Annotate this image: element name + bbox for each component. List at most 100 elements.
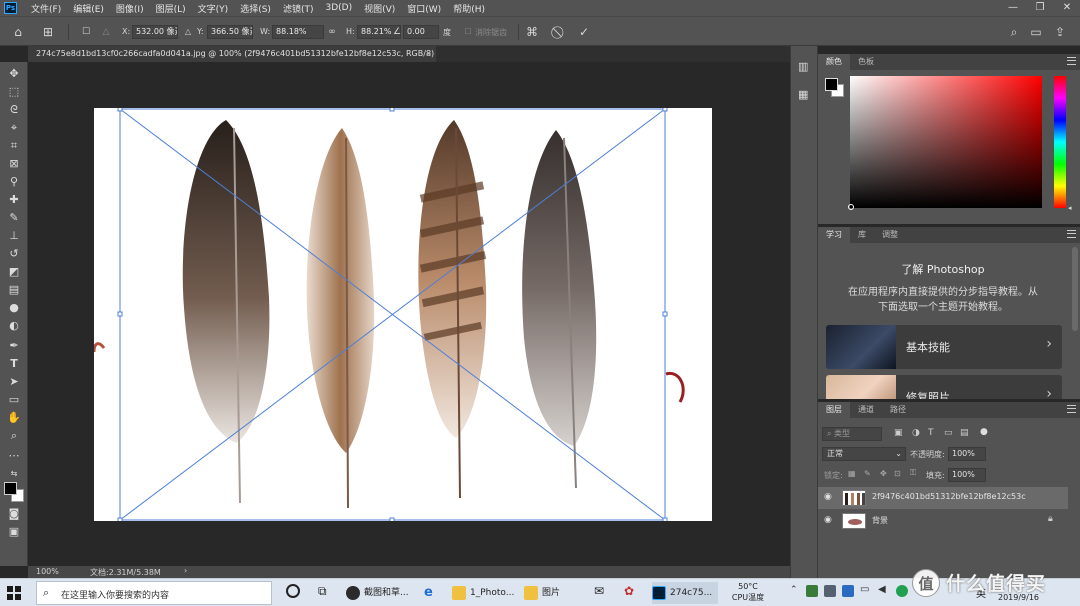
blend-mode-select[interactable]: 正常 ⌄ [822, 447, 906, 461]
layer-row[interactable]: ◉ 2f9476c401bd51312bfe12bf8e12c53c [818, 487, 1068, 509]
menu-select[interactable]: 选择(S) [234, 2, 277, 15]
hue-slider[interactable] [1054, 76, 1066, 208]
cancel-transform-icon[interactable]: ⃠ [552, 24, 568, 40]
menu-3d[interactable]: 3D(D) [319, 3, 358, 13]
learn-scrollbar[interactable] [1072, 247, 1078, 331]
history-brush-icon[interactable]: ↺ [6, 246, 22, 262]
properties-panel-icon[interactable]: ▦ [798, 88, 808, 101]
layer-row[interactable]: ◉ 背景 🔒︎ [818, 510, 1068, 532]
restore-icon[interactable]: ❐ [1027, 0, 1053, 16]
history-panel-icon[interactable]: ▥ [798, 60, 808, 73]
taskbar-app-photoshop[interactable]: 274c75... [652, 582, 718, 604]
close-tab-icon[interactable]: × [425, 46, 432, 62]
cpu-temp-widget[interactable]: 50°C CPU温度 [728, 581, 768, 605]
transform-tool-icon[interactable]: ⊞ [40, 24, 56, 40]
document-tab[interactable]: 274c75e8d1bd13cf0c266cadfa0d041a.jpg @ 1… [28, 46, 436, 62]
hand-tool-icon[interactable]: ✋ [6, 410, 22, 426]
clone-stamp-icon[interactable]: ⊥ [6, 228, 22, 244]
taskbar-search-box[interactable]: ⌕ 在这里输入你要搜索的内容 [36, 581, 272, 605]
brush-tool-icon[interactable]: ✎ [6, 210, 22, 226]
tab-swatches[interactable]: 色板 [850, 54, 882, 70]
tab-learn[interactable]: 学习 [818, 227, 850, 243]
tray-up-arrow-icon[interactable]: ⌃ [790, 585, 798, 595]
rectangle-tool-icon[interactable]: ▭ [6, 392, 22, 408]
search-icon[interactable]: ⌕ [1006, 24, 1022, 40]
antialias-checkbox[interactable]: ☐ [460, 24, 476, 40]
lock-position-icon[interactable]: ✥ [880, 469, 887, 478]
filter-toggle-icon[interactable]: ● [980, 427, 988, 437]
menu-edit[interactable]: 编辑(E) [67, 2, 110, 15]
gradient-tool-icon[interactable]: ▤ [6, 282, 22, 298]
status-menu-arrow-icon[interactable]: › [184, 566, 187, 575]
task-view-icon[interactable]: ⧉ [318, 584, 327, 599]
tab-libraries[interactable]: 库 [850, 227, 874, 243]
reference-point-icon[interactable]: ☐ [78, 24, 94, 40]
volume-icon[interactable]: ◀ [878, 584, 886, 595]
blur-tool-icon[interactable]: ● [6, 300, 22, 316]
menu-help[interactable]: 帮助(H) [447, 2, 491, 15]
warp-mode-icon[interactable]: ⌘ [524, 24, 540, 40]
move-tool-icon[interactable]: ✥ [6, 66, 22, 82]
opacity-field[interactable]: 100% [948, 447, 986, 461]
visibility-eye-icon[interactable]: ◉ [824, 514, 836, 526]
taskbar-app-snipping[interactable]: 截图和草... [346, 582, 414, 604]
start-button[interactable] [6, 585, 22, 601]
quick-mask-icon[interactable]: ◙ [6, 506, 22, 522]
zoom-level[interactable]: 100% [36, 567, 59, 576]
frame-tool-icon[interactable]: ⊠ [6, 156, 22, 172]
width-field[interactable]: 88.18% [272, 25, 324, 39]
tray-app-icon[interactable] [896, 585, 908, 597]
filter-type-icon[interactable]: T [928, 428, 934, 438]
taskbar-app-pictures[interactable]: 图片 [524, 582, 582, 604]
workspace-icon[interactable]: ▭ [1028, 24, 1044, 40]
tab-channels[interactable]: 通道 [850, 402, 882, 418]
dodge-tool-icon[interactable]: ◐ [6, 318, 22, 334]
swap-colors-icon[interactable]: ⇆ [6, 466, 22, 482]
angle-field[interactable]: 0.00 [403, 25, 439, 39]
pinned-app-icon[interactable]: ✿ [624, 584, 634, 598]
commit-transform-icon[interactable]: ✓ [576, 24, 592, 40]
color-panel-menu-icon[interactable] [1067, 57, 1076, 65]
taskbar-app-explorer-photo[interactable]: 1_Photo... [452, 582, 514, 604]
lock-artboard-icon[interactable]: ⊡ [894, 469, 901, 478]
filter-pixel-icon[interactable]: ▣ [894, 428, 903, 438]
filter-adjustment-icon[interactable]: ◑ [912, 428, 920, 438]
fill-field[interactable]: 100% [948, 468, 986, 482]
healing-brush-icon[interactable]: ✚ [6, 192, 22, 208]
pen-tool-icon[interactable]: ✒ [6, 338, 22, 354]
network-icon[interactable]: ▭ [860, 584, 869, 595]
path-select-icon[interactable]: ➤ [6, 374, 22, 390]
tab-color[interactable]: 颜色 [818, 54, 850, 70]
mail-icon[interactable]: ✉ [594, 584, 604, 598]
link-icon[interactable]: △ [180, 24, 196, 40]
close-window-icon[interactable]: ✕ [1054, 0, 1080, 16]
menu-image[interactable]: 图像(I) [110, 2, 150, 15]
menu-window[interactable]: 窗口(W) [401, 2, 447, 15]
color-picker-field[interactable] [850, 76, 1042, 208]
learn-panel-menu-icon[interactable] [1067, 230, 1076, 238]
eraser-tool-icon[interactable]: ◩ [6, 264, 22, 280]
tab-paths[interactable]: 路径 [882, 402, 914, 418]
chain-link-icon[interactable]: ∞ [324, 24, 340, 40]
lock-transparent-icon[interactable]: ▦ [848, 469, 856, 478]
home-icon[interactable]: ⌂ [10, 24, 26, 40]
lock-image-icon[interactable]: ✎ [864, 469, 871, 478]
canvas-area[interactable] [28, 62, 790, 566]
marquee-tool-icon[interactable]: ⬚ [6, 84, 22, 100]
layers-panel-menu-icon[interactable] [1067, 405, 1076, 413]
minimize-icon[interactable]: — [1000, 0, 1026, 16]
share-icon[interactable]: ⇪ [1052, 24, 1068, 40]
y-field[interactable]: 366.50 像素 [207, 25, 253, 39]
menu-view[interactable]: 视图(V) [358, 2, 401, 15]
layer-filter-select[interactable]: ⌕ 类型 [822, 427, 882, 441]
zoom-tool-icon[interactable]: ⌕ [6, 428, 22, 444]
lasso-tool-icon[interactable]: ᘓ [6, 102, 22, 118]
tab-layers[interactable]: 图层 [818, 402, 850, 418]
learn-card-fix-photo[interactable]: 修复照片 › [826, 375, 1062, 399]
type-tool-icon[interactable]: T [6, 356, 22, 372]
screen-mode-icon[interactable]: ▣ [6, 524, 22, 540]
menu-filter[interactable]: 滤镜(T) [277, 2, 320, 15]
quick-select-tool-icon[interactable]: ⌖ [6, 120, 22, 136]
menu-type[interactable]: 文字(Y) [192, 2, 235, 15]
menu-layer[interactable]: 图层(L) [150, 2, 192, 15]
